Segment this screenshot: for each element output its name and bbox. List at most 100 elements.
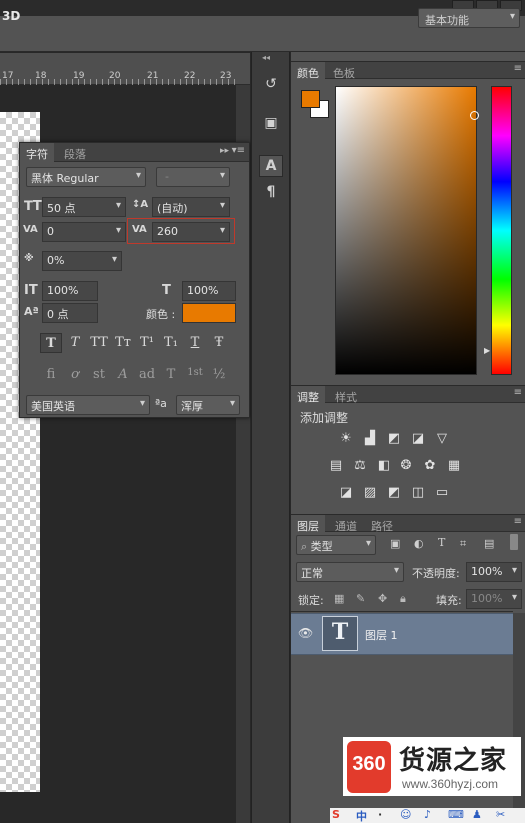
black-white-icon[interactable]: ◧ (376, 459, 392, 473)
font-family-value: 黑体 Regular (31, 172, 99, 185)
mode-3d-label[interactable]: 3D (2, 9, 20, 23)
old-style-button[interactable]: ơ (64, 365, 86, 385)
layer-name[interactable]: 图层 1 (365, 627, 398, 643)
ime-keyboard-icon[interactable]: ⌨ (448, 808, 464, 821)
tab-adjustments[interactable]: 调整 (291, 386, 325, 404)
ime-mode-icon[interactable]: 中 (356, 808, 367, 823)
font-size-field[interactable]: 50 点 (42, 197, 126, 217)
vertical-scale-icon: IT (24, 283, 38, 298)
hue-slider-handle[interactable]: ▶ (484, 346, 490, 355)
channel-mixer-icon[interactable]: ✿ (422, 459, 438, 473)
color-field[interactable] (335, 86, 477, 375)
subscript-button[interactable]: T₁ (160, 333, 182, 353)
fill-label: 填充: (436, 594, 462, 607)
character-panel-icon[interactable]: A (259, 155, 283, 177)
history-icon[interactable]: ↺ (259, 74, 283, 96)
font-style-select[interactable]: - (156, 167, 230, 187)
swash-button[interactable]: A (112, 365, 134, 385)
collapse-dock-icon[interactable]: ◂◂ (262, 53, 270, 62)
tsume-field[interactable]: 0% (42, 251, 122, 271)
antialias-select[interactable]: 浑厚 (176, 395, 240, 415)
language-select[interactable]: 美国英语 (26, 395, 150, 415)
tab-swatches[interactable]: 色板 (327, 62, 361, 80)
faux-italic-button[interactable]: T (64, 333, 86, 353)
ime-logo-icon[interactable]: S (332, 808, 340, 821)
strikethrough-button[interactable]: Ŧ (208, 333, 230, 353)
leading-field[interactable]: (自动) (152, 197, 230, 217)
color-lookup-icon[interactable]: ▦ (446, 459, 462, 473)
panel-menu-icon[interactable]: ▾≡ (232, 145, 245, 156)
discretionary-ligatures-button[interactable]: st (88, 365, 110, 385)
ime-voice-icon[interactable]: ♪ (424, 808, 431, 821)
color-picker-marker[interactable] (470, 111, 479, 120)
lock-transparent-icon[interactable]: ▦ (334, 592, 344, 605)
brightness-contrast-icon[interactable]: ☀ (338, 432, 354, 446)
small-caps-button[interactable]: Tт (112, 333, 134, 353)
titling-alternates-button[interactable]: T (160, 365, 182, 385)
lock-position-icon[interactable]: ✥ (378, 592, 387, 605)
opacity-field[interactable]: 100% (466, 562, 522, 582)
exposure-icon[interactable]: ◪ (410, 432, 426, 446)
levels-icon[interactable]: ▟ (362, 432, 378, 446)
baseline-shift-field[interactable]: 0 点 (42, 303, 98, 323)
ordinals-button[interactable]: 1st (184, 365, 206, 385)
hue-slider[interactable] (491, 86, 512, 375)
curves-icon[interactable]: ◩ (386, 432, 402, 446)
layer-filter-select[interactable]: ⌕ 类型 (296, 535, 376, 555)
font-family-select[interactable]: 黑体 Regular (26, 167, 146, 187)
layer-filter-value: 类型 (310, 540, 333, 553)
tab-paragraph[interactable]: 段落 (58, 143, 92, 162)
ime-punct-icon[interactable]: · (378, 808, 382, 821)
tab-paths[interactable]: 路径 (365, 515, 399, 533)
horizontal-scale-field[interactable]: 100% (182, 281, 236, 301)
ligatures-button[interactable]: fi (40, 365, 62, 385)
tab-channels[interactable]: 通道 (329, 515, 363, 533)
all-caps-button[interactable]: TT (88, 333, 110, 353)
lock-all-icon[interactable]: 🔒︎ (400, 592, 406, 606)
tab-color[interactable]: 颜色 (291, 62, 325, 80)
faux-bold-button[interactable]: T (40, 333, 62, 353)
blend-mode-select[interactable]: 正常 (296, 562, 404, 582)
stylistic-alternates-button[interactable]: ad (136, 365, 158, 385)
adjustment-filter-icon[interactable]: ◐ (414, 537, 424, 550)
panel-menu-icon[interactable]: ≡ (514, 516, 522, 527)
color-balance-icon[interactable]: ⚖ (352, 459, 368, 473)
opacity-value: 100% (471, 565, 503, 578)
filter-toggle[interactable] (510, 534, 518, 550)
visibility-eye-icon[interactable]: 👁︎ (298, 626, 313, 640)
ime-tools-icon[interactable]: ✂ (496, 808, 505, 821)
ime-skin-icon[interactable]: ♟ (472, 808, 482, 821)
posterize-icon[interactable]: ▨ (362, 486, 378, 500)
selective-color-icon[interactable]: ◫ (410, 486, 426, 500)
panel-menu-icon[interactable]: ≡ (514, 387, 522, 398)
fractions-button[interactable]: ½ (208, 365, 230, 385)
paragraph-panel-icon[interactable]: ¶ (259, 182, 283, 204)
vertical-scale-field[interactable]: 100% (42, 281, 98, 301)
underline-button[interactable]: T (184, 333, 206, 353)
photo-filter-icon[interactable]: ❂ (398, 459, 414, 473)
hue-saturation-icon[interactable]: ▤ (328, 459, 344, 473)
pixel-filter-icon[interactable]: ▣ (390, 537, 400, 550)
workspace-select[interactable]: 基本功能 (418, 8, 520, 28)
tab-styles[interactable]: 样式 (329, 386, 363, 404)
type-filter-icon[interactable]: T (438, 536, 445, 549)
smart-object-filter-icon[interactable]: ▤ (484, 537, 494, 550)
threshold-icon[interactable]: ◩ (386, 486, 402, 500)
tab-character[interactable]: 字符 (20, 143, 54, 162)
panel-menu-icon[interactable]: ≡ (514, 63, 522, 74)
fill-field[interactable]: 100% (466, 589, 522, 609)
invert-icon[interactable]: ◪ (338, 486, 354, 500)
shape-filter-icon[interactable]: ⌗ (460, 537, 466, 551)
gradient-map-icon[interactable]: ▭ (434, 486, 450, 500)
tab-layers[interactable]: 图层 (291, 515, 325, 533)
lock-image-icon[interactable]: ✎ (356, 592, 365, 605)
tracking-field[interactable]: 260 (152, 222, 230, 242)
properties-icon[interactable]: ▣ (259, 113, 283, 135)
foreground-color-swatch[interactable] (301, 90, 320, 108)
superscript-button[interactable]: T¹ (136, 333, 158, 353)
text-color-swatch[interactable] (182, 303, 236, 323)
kerning-field[interactable]: 0 (42, 222, 126, 242)
ime-emoji-icon[interactable]: ☺ (400, 808, 411, 821)
collapse-icon[interactable]: ▸▸ (220, 146, 229, 156)
vibrance-icon[interactable]: ▽ (434, 432, 450, 446)
